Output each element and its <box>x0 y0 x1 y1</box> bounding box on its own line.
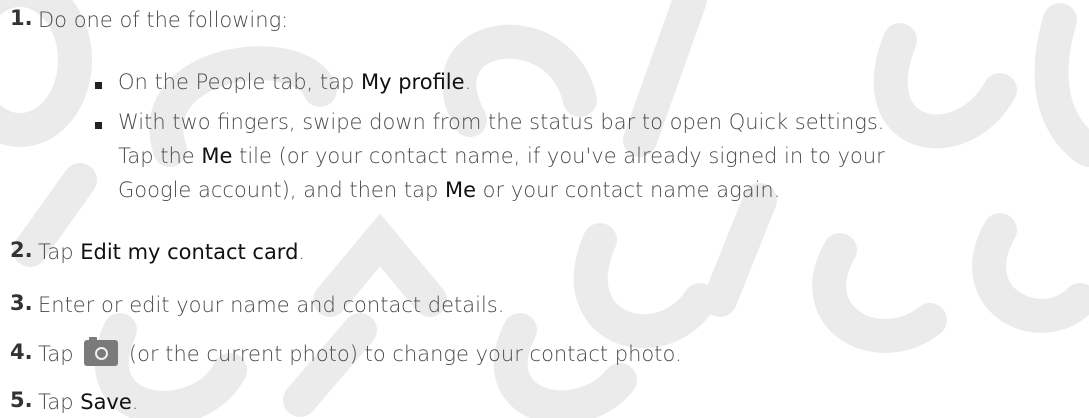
me-label: Me <box>444 178 476 202</box>
step-number: 4. <box>10 340 33 364</box>
step-number: 5. <box>10 388 33 412</box>
camera-icon <box>84 337 119 366</box>
step-number: 2. <box>10 238 33 262</box>
step-number: 1. <box>10 6 33 30</box>
step-number: 3. <box>10 291 33 315</box>
edit-contact-card-label: Edit my contact card <box>80 240 299 264</box>
bullet-marker <box>95 122 102 129</box>
step-text: Tap Edit my contact card. <box>38 240 306 264</box>
step-text: Tap (or the current photo) to change you… <box>38 337 682 366</box>
sub-bullet-line: Google account), and then tap Me or your… <box>118 178 781 202</box>
save-label: Save <box>80 390 132 414</box>
sub-bullet: On the People tab, tap My profile. <box>118 70 472 94</box>
bullet-marker <box>95 82 102 89</box>
sub-bullet-line: Tap the Me tile (or your contact name, i… <box>118 144 885 168</box>
step-text: Tap Save. <box>38 390 139 414</box>
step-text: Do one of the following: <box>38 8 289 32</box>
my-profile-label: My profile <box>361 70 465 94</box>
step-text: Enter or edit your name and contact deta… <box>38 293 505 317</box>
instruction-list: 1. Do one of the following: On the Peopl… <box>0 0 1089 418</box>
sub-bullet-line: With two fingers, swipe down from the st… <box>118 110 885 134</box>
me-label: Me <box>201 144 233 168</box>
